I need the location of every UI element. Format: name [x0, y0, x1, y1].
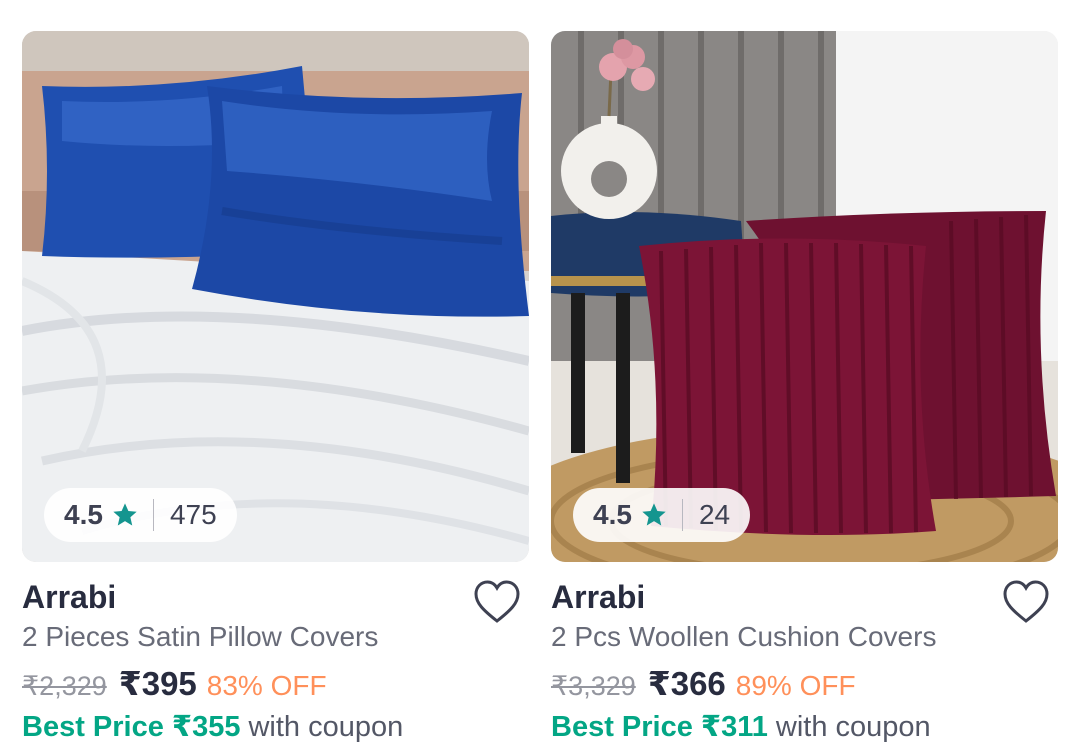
product-brand: Arrabi: [551, 579, 646, 615]
product-brand: Arrabi: [22, 579, 117, 615]
product-image[interactable]: 4.5 475: [22, 31, 529, 562]
rating-divider: [152, 499, 154, 531]
star-icon: [642, 503, 666, 526]
discount: 83% OFF: [206, 670, 327, 701]
heart-outline-icon[interactable]: [473, 579, 521, 625]
product-image[interactable]: 4.5 24: [551, 31, 1058, 562]
best-price-row: Best Price ₹355 with coupon: [22, 709, 403, 744]
coupon-text: with coupon: [248, 711, 404, 743]
best-price-row: Best Price ₹311 with coupon: [551, 709, 931, 744]
selling-price: ₹395: [118, 665, 197, 702]
mrp: ₹3,329: [551, 671, 636, 701]
best-price: Best Price ₹311: [551, 711, 768, 743]
coupon-text: with coupon: [775, 711, 931, 743]
best-price: Best Price ₹355: [22, 711, 241, 743]
rating-count: 475: [169, 499, 217, 530]
star-icon: [113, 503, 137, 526]
mrp: ₹2,329: [22, 671, 107, 701]
heart-outline-icon[interactable]: [1002, 579, 1050, 625]
rating-divider: [681, 499, 683, 531]
price-row: ₹3,329 ₹366 89% OFF: [551, 664, 856, 703]
rating-value: 4.5: [593, 499, 632, 530]
product-card[interactable]: 4.5 24 Arrabi 2 Pcs Woollen Cushion Cove…: [551, 31, 1058, 743]
satin-pillow-image: [22, 31, 529, 562]
cushion-cover-image: [551, 31, 1058, 562]
discount: 89% OFF: [735, 670, 856, 701]
rating-value: 4.5: [64, 499, 103, 530]
rating-badge: 4.5 475: [44, 488, 237, 542]
selling-price: ₹366: [647, 665, 726, 702]
product-title: 2 Pcs Woollen Cushion Covers: [551, 621, 937, 652]
rating-count: 24: [698, 499, 731, 530]
rating-badge: 4.5 24: [573, 488, 751, 542]
product-title: 2 Pieces Satin Pillow Covers: [22, 621, 379, 652]
price-row: ₹2,329 ₹395 83% OFF: [22, 664, 327, 703]
product-card[interactable]: 4.5 475 Arrabi 2 Pieces Satin Pillow Cov…: [22, 31, 529, 743]
